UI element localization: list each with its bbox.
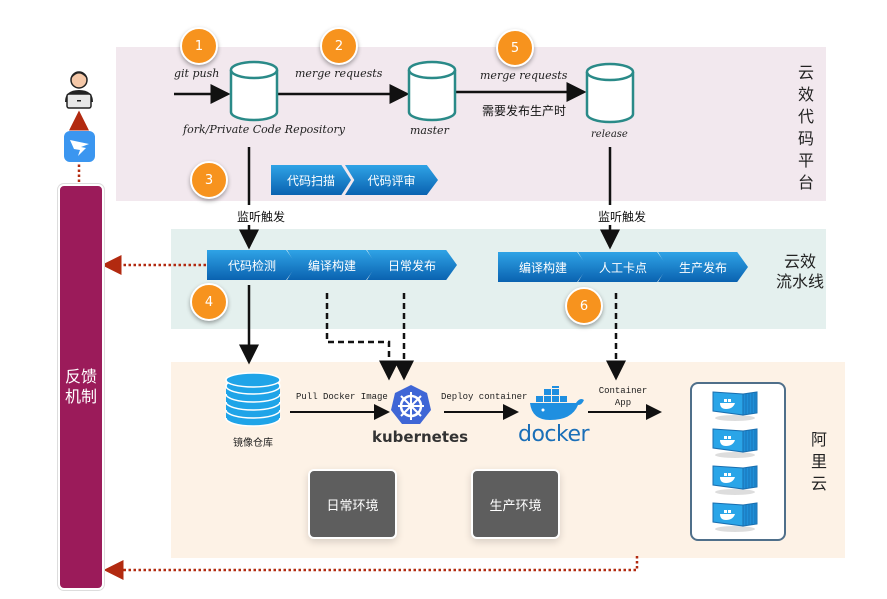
env-production[interactable]: 生产环境 xyxy=(471,469,560,539)
feedback-label-line2: 机制 xyxy=(64,387,97,406)
kubernetes-label: kubernetes xyxy=(372,428,469,446)
fork-repo-label: fork/Private Code Repository xyxy=(183,123,345,136)
container-app-label: Container App xyxy=(598,385,648,409)
docker-container-icon xyxy=(711,389,759,421)
step-badge-3: 3 xyxy=(190,161,228,199)
image-registry-label: 镜像仓库 xyxy=(233,438,273,449)
developer-laptop-icon xyxy=(65,71,93,109)
step-code-scan[interactable]: 代码扫描 xyxy=(271,165,351,195)
fork-repo-icon xyxy=(229,60,279,122)
step-daily-release[interactable]: 日常发布 xyxy=(367,250,457,280)
container-app-line1: Container xyxy=(598,386,648,396)
pull-image-label: Pull Docker Image xyxy=(296,392,388,402)
feedback-label-line1: 反馈 xyxy=(64,367,97,386)
step-badge-2: 2 xyxy=(320,27,358,65)
step-build-daily[interactable]: 编译构建 xyxy=(287,250,377,280)
step-badge-5: 5 xyxy=(496,29,534,67)
build-dashed-arrow xyxy=(325,293,399,381)
feedback-mechanism: 反馈 机制 xyxy=(58,184,104,590)
feedback-arrow-cloud xyxy=(103,556,639,580)
master-repo-label: master xyxy=(410,124,449,137)
merge-requests-label-1: merge requests xyxy=(295,67,383,80)
docker-container-icon xyxy=(711,463,759,495)
git-push-label: git push xyxy=(174,67,220,80)
deploy-label: Deploy container xyxy=(441,392,528,402)
release-repo-label: release xyxy=(591,129,628,140)
container-app-line2: App xyxy=(614,398,632,408)
dingtalk-wing-icon xyxy=(70,140,89,156)
kubernetes-icon xyxy=(391,385,431,424)
trigger-label-left: 监听触发 xyxy=(237,210,286,224)
step-code-review[interactable]: 代码评审 xyxy=(345,165,438,195)
env-daily[interactable]: 日常环境 xyxy=(308,469,397,539)
docker-whale-icon xyxy=(530,386,584,420)
trigger-label-right: 监听触发 xyxy=(598,210,647,224)
step-build-prod[interactable]: 编译构建 xyxy=(498,252,588,282)
docker-label: docker xyxy=(518,422,590,447)
merge-requests-label-2: merge requests xyxy=(480,69,568,82)
step-badge-6: 6 xyxy=(565,287,603,325)
step-prod-release[interactable]: 生产发布 xyxy=(658,252,748,282)
step-badge-1: 1 xyxy=(180,27,218,65)
release-condition-label: 需要发布生产时 xyxy=(482,104,567,118)
docker-container-icon xyxy=(711,500,759,532)
step-manual-gate[interactable]: 人工卡点 xyxy=(578,252,668,282)
step-badge-4: 4 xyxy=(190,283,228,321)
release-repo-icon xyxy=(585,62,635,124)
master-repo-icon xyxy=(407,60,457,122)
step-code-check[interactable]: 代码检测 xyxy=(207,250,297,280)
dingtalk-icon[interactable] xyxy=(64,131,95,162)
docker-container-icon xyxy=(711,426,759,458)
image-registry-icon xyxy=(225,372,281,427)
